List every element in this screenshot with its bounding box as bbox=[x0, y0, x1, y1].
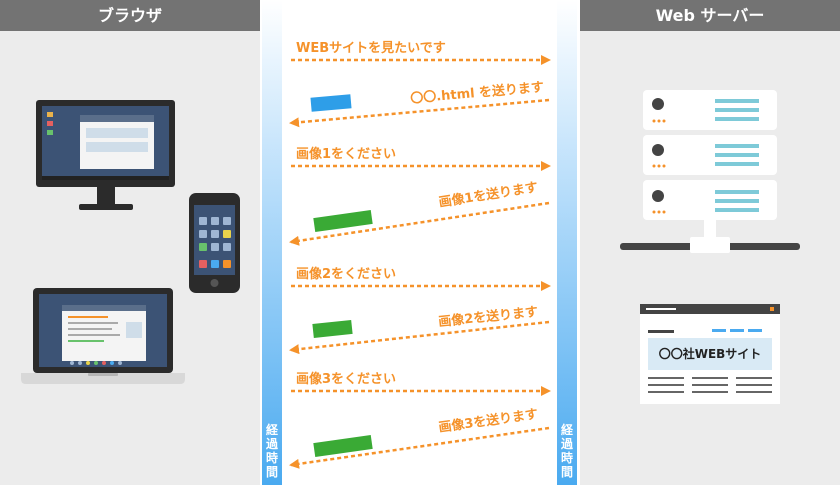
message-arrows bbox=[289, 55, 551, 469]
image-1-payload bbox=[313, 210, 373, 232]
message-label-1: WEBサイトを見たいです bbox=[296, 41, 446, 56]
diagram: ブラウザ 経過時間 経過時間 Web サーバー 〇〇社WEBサイト WEBサイト… bbox=[0, 0, 840, 485]
message-label-3: 画像1をください bbox=[296, 147, 397, 162]
html-file-payload bbox=[310, 94, 352, 112]
message-label-7: 画像3をください bbox=[296, 372, 397, 387]
image-3-payload bbox=[313, 435, 373, 457]
image-2-payload bbox=[312, 319, 353, 338]
message-label-5: 画像2をください bbox=[296, 267, 397, 282]
